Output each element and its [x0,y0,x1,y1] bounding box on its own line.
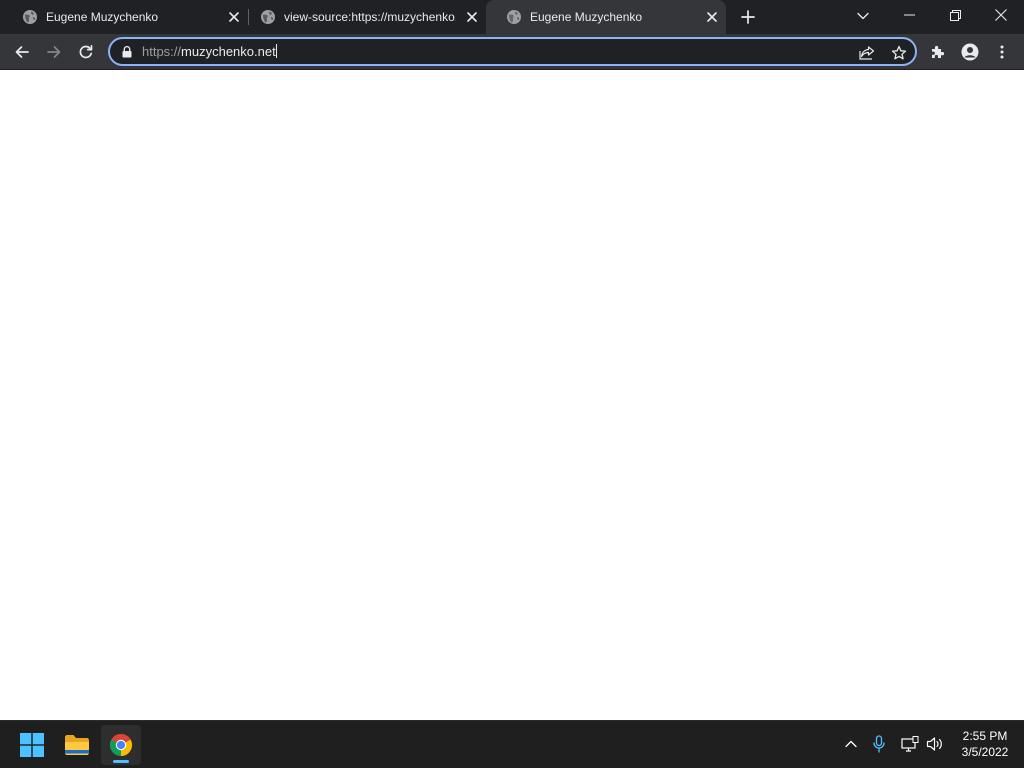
star-icon [891,45,907,60]
active-app-indicator [113,760,129,763]
restore-button[interactable] [932,0,978,30]
show-hidden-icons-button[interactable] [840,733,862,755]
globe-icon [23,10,37,24]
minimize-button[interactable] [886,0,932,30]
new-tab-button[interactable] [736,5,760,29]
lock-icon[interactable] [120,45,134,59]
file-explorer-button[interactable] [57,725,97,765]
close-icon [707,12,717,22]
person-icon [961,43,979,61]
plus-icon [741,10,755,24]
reload-button[interactable] [72,38,100,66]
chevron-down-icon [857,12,869,20]
tab-search-button[interactable] [851,4,875,28]
restore-icon [949,9,961,21]
tab-title: view-source:https://muzychenko.net/ [284,10,456,24]
share-button[interactable] [857,43,877,63]
puzzle-icon [932,45,945,58]
volume-icon [926,737,942,751]
url-scheme: https:// [142,44,182,59]
tab-eugene-muzychenko-active[interactable]: Eugene Muzychenko [486,0,726,34]
url-text[interactable]: https://muzychenko.net [142,44,277,59]
tab-view-source[interactable]: view-source:https://muzychenko.net/ [240,0,486,34]
forward-button[interactable] [40,38,68,66]
profile-button[interactable] [956,38,984,66]
back-button[interactable] [8,38,36,66]
chrome-taskbar-button[interactable] [101,725,141,765]
bookmark-button[interactable] [889,43,909,63]
microphone-icon [873,735,885,753]
arrow-left-icon [15,46,29,58]
close-window-button[interactable] [978,0,1024,30]
clock-time: 2:55 PM [962,729,1008,743]
windows-logo-icon [20,733,44,757]
tab-title: Eugene Muzychenko [530,10,643,24]
clock-date: 3/5/2022 [961,745,1009,759]
chevron-up-icon [845,740,857,748]
globe-icon [507,10,521,24]
share-icon [859,46,875,60]
tab-strip: Eugene Muzychenko view-source:https://mu… [0,0,1024,34]
kebab-menu-icon [1000,45,1004,59]
address-bar[interactable]: https://muzychenko.net [108,37,917,66]
folder-icon [65,735,89,755]
web-page-content[interactable] [0,71,1024,720]
close-icon [467,12,477,22]
taskbar: 2:55 PM 3/5/2022 [0,720,1024,768]
network-tray-button[interactable] [899,733,921,755]
tab-close-button[interactable] [702,7,722,27]
taskbar-clock[interactable]: 2:55 PM 3/5/2022 [952,728,1018,760]
volume-tray-button[interactable] [924,733,946,755]
url-host: muzychenko.net [181,44,276,59]
minimize-icon [903,14,915,16]
tab-title: Eugene Muzychenko [46,10,159,24]
text-caret [275,44,277,58]
start-button[interactable] [12,725,52,765]
tab-eugene-muzychenko-1[interactable]: Eugene Muzychenko [2,0,248,34]
reload-icon [79,44,93,59]
globe-icon [261,10,275,24]
microphone-tray-button[interactable] [868,733,890,755]
network-icon [901,736,919,752]
tab-close-button[interactable] [462,7,482,27]
chrome-icon [109,733,133,756]
chrome-menu-button[interactable] [988,38,1016,66]
close-icon [229,12,239,22]
browser-toolbar: https://muzychenko.net [0,34,1024,70]
arrow-right-icon [47,46,61,58]
close-icon [995,9,1007,21]
extensions-button[interactable] [924,38,952,66]
